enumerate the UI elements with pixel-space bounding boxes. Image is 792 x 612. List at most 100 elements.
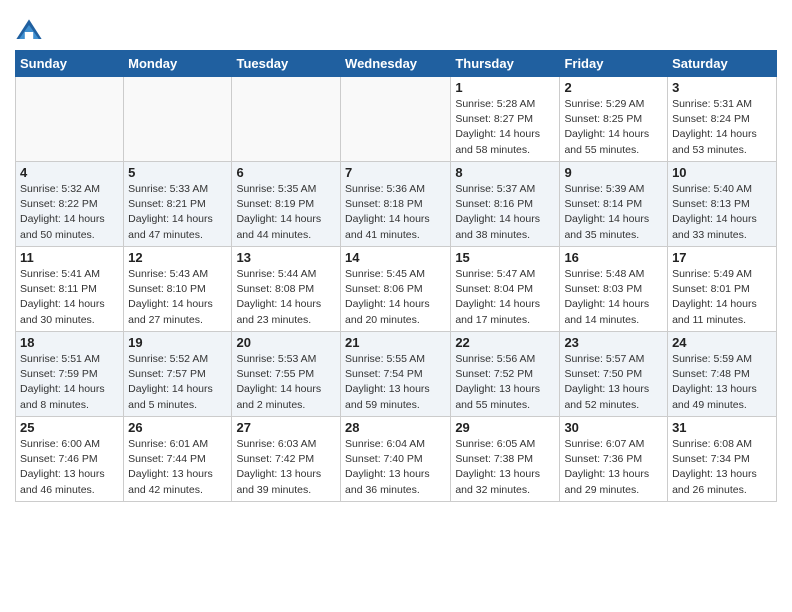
calendar-cell: 29Sunrise: 6:05 AM Sunset: 7:38 PM Dayli… bbox=[451, 417, 560, 502]
day-info: Sunrise: 5:55 AM Sunset: 7:54 PM Dayligh… bbox=[345, 352, 446, 413]
calendar-cell: 20Sunrise: 5:53 AM Sunset: 7:55 PM Dayli… bbox=[232, 332, 341, 417]
calendar-header: SundayMondayTuesdayWednesdayThursdayFrid… bbox=[16, 51, 777, 77]
day-info: Sunrise: 6:01 AM Sunset: 7:44 PM Dayligh… bbox=[128, 437, 227, 498]
day-info: Sunrise: 5:41 AM Sunset: 8:11 PM Dayligh… bbox=[20, 267, 119, 328]
day-info: Sunrise: 6:00 AM Sunset: 7:46 PM Dayligh… bbox=[20, 437, 119, 498]
day-info: Sunrise: 6:08 AM Sunset: 7:34 PM Dayligh… bbox=[672, 437, 772, 498]
day-info: Sunrise: 5:51 AM Sunset: 7:59 PM Dayligh… bbox=[20, 352, 119, 413]
day-number: 17 bbox=[672, 250, 772, 265]
weekday-header-saturday: Saturday bbox=[668, 51, 777, 77]
calendar-cell: 31 Sunrise: 6:08 AM Sunset: 7:34 PM Dayli… bbox=[668, 417, 777, 502]
day-info: Sunrise: 5:57 AM Sunset: 7:50 PM Dayligh… bbox=[564, 352, 663, 413]
calendar-cell: 22 Sunrise: 5:56 AM Sunset: 7:52 PM Dayli… bbox=[451, 332, 560, 417]
day-info: Sunrise: 6:03 AM Sunset: 7:42 PM Dayligh… bbox=[236, 437, 336, 498]
day-number: 5 bbox=[128, 165, 227, 180]
weekday-header-monday: Monday bbox=[124, 51, 232, 77]
calendar-cell: 15 Sunrise: 5:47 AM Sunset: 8:04 PM Dayli… bbox=[451, 247, 560, 332]
day-info: Sunrise: 5:33 AM Sunset: 8:21 PM Dayligh… bbox=[128, 182, 227, 243]
calendar-cell: 7 Sunrise: 5:36 AM Sunset: 8:18 PM Daylig… bbox=[341, 162, 451, 247]
day-number: 24 bbox=[672, 335, 772, 350]
day-number: 9 bbox=[564, 165, 663, 180]
page-header bbox=[15, 10, 777, 46]
day-info: Sunrise: 5:56 AM Sunset: 7:52 PM Dayligh… bbox=[455, 352, 555, 413]
day-info: Sunrise: 5:45 AM Sunset: 8:06 PM Dayligh… bbox=[345, 267, 446, 328]
day-number: 31 bbox=[672, 420, 772, 435]
day-number: 15 bbox=[455, 250, 555, 265]
day-number: 11 bbox=[20, 250, 119, 265]
day-info: Sunrise: 5:36 AM Sunset: 8:18 PM Dayligh… bbox=[345, 182, 446, 243]
calendar-week-row: 4Sunrise: 5:32 AM Sunset: 8:22 PM Daylig… bbox=[16, 162, 777, 247]
calendar-cell: 27 Sunrise: 6:03 AM Sunset: 7:42 PM Dayli… bbox=[232, 417, 341, 502]
day-info: Sunrise: 5:37 AM Sunset: 8:16 PM Dayligh… bbox=[455, 182, 555, 243]
calendar-cell: 26 Sunrise: 6:01 AM Sunset: 7:44 PM Dayli… bbox=[124, 417, 232, 502]
calendar-week-row: 1 Sunrise: 5:28 AM Sunset: 8:27 PM Daylig… bbox=[16, 77, 777, 162]
calendar-cell: 24 Sunrise: 5:59 AM Sunset: 7:48 PM Dayli… bbox=[668, 332, 777, 417]
calendar-cell: 19 Sunrise: 5:52 AM Sunset: 7:57 PM Dayli… bbox=[124, 332, 232, 417]
day-number: 6 bbox=[236, 165, 336, 180]
day-number: 8 bbox=[455, 165, 555, 180]
day-info: Sunrise: 5:39 AM Sunset: 8:14 PM Dayligh… bbox=[564, 182, 663, 243]
day-number: 4 bbox=[20, 165, 119, 180]
day-number: 14 bbox=[345, 250, 446, 265]
calendar-cell: 5 Sunrise: 5:33 AM Sunset: 8:21 PM Daylig… bbox=[124, 162, 232, 247]
day-info: Sunrise: 5:40 AM Sunset: 8:13 PM Dayligh… bbox=[672, 182, 772, 243]
day-info: Sunrise: 5:52 AM Sunset: 7:57 PM Dayligh… bbox=[128, 352, 227, 413]
calendar-table: SundayMondayTuesdayWednesdayThursdayFrid… bbox=[15, 50, 777, 502]
day-info: Sunrise: 6:04 AM Sunset: 7:40 PM Dayligh… bbox=[345, 437, 446, 498]
day-number: 3 bbox=[672, 80, 772, 95]
logo bbox=[15, 18, 47, 46]
day-number: 27 bbox=[236, 420, 336, 435]
day-number: 7 bbox=[345, 165, 446, 180]
day-number: 20 bbox=[236, 335, 336, 350]
day-number: 1 bbox=[455, 80, 555, 95]
calendar-cell: 1 Sunrise: 5:28 AM Sunset: 8:27 PM Daylig… bbox=[451, 77, 560, 162]
weekday-header-row: SundayMondayTuesdayWednesdayThursdayFrid… bbox=[16, 51, 777, 77]
calendar-cell: 8 Sunrise: 5:37 AM Sunset: 8:16 PM Daylig… bbox=[451, 162, 560, 247]
calendar-cell: 25 Sunrise: 6:00 AM Sunset: 7:46 PM Dayli… bbox=[16, 417, 124, 502]
calendar-cell: 10 Sunrise: 5:40 AM Sunset: 8:13 PM Dayli… bbox=[668, 162, 777, 247]
day-number: 16 bbox=[564, 250, 663, 265]
calendar-cell: 14 Sunrise: 5:45 AM Sunset: 8:06 PM Dayli… bbox=[341, 247, 451, 332]
calendar-cell: 9 Sunrise: 5:39 AM Sunset: 8:14 PM Daylig… bbox=[560, 162, 668, 247]
calendar-cell: 2Sunrise: 5:29 AM Sunset: 8:25 PM Daylig… bbox=[560, 77, 668, 162]
day-info: Sunrise: 5:35 AM Sunset: 8:19 PM Dayligh… bbox=[236, 182, 336, 243]
calendar-cell: 23 Sunrise: 5:57 AM Sunset: 7:50 PM Dayli… bbox=[560, 332, 668, 417]
day-info: Sunrise: 6:07 AM Sunset: 7:36 PM Dayligh… bbox=[564, 437, 663, 498]
day-number: 22 bbox=[455, 335, 555, 350]
day-info: Sunrise: 5:29 AM Sunset: 8:25 PM Dayligh… bbox=[564, 97, 663, 158]
day-number: 25 bbox=[20, 420, 119, 435]
calendar-cell: 18Sunrise: 5:51 AM Sunset: 7:59 PM Dayli… bbox=[16, 332, 124, 417]
weekday-header-friday: Friday bbox=[560, 51, 668, 77]
calendar-cell: 16 Sunrise: 5:48 AM Sunset: 8:03 PM Dayli… bbox=[560, 247, 668, 332]
calendar-week-row: 11 Sunrise: 5:41 AM Sunset: 8:11 PM Dayli… bbox=[16, 247, 777, 332]
calendar-cell bbox=[341, 77, 451, 162]
calendar-cell: 4Sunrise: 5:32 AM Sunset: 8:22 PM Daylig… bbox=[16, 162, 124, 247]
day-info: Sunrise: 5:44 AM Sunset: 8:08 PM Dayligh… bbox=[236, 267, 336, 328]
day-info: Sunrise: 5:31 AM Sunset: 8:24 PM Dayligh… bbox=[672, 97, 772, 158]
calendar-cell: 3 Sunrise: 5:31 AM Sunset: 8:24 PM Daylig… bbox=[668, 77, 777, 162]
weekday-header-thursday: Thursday bbox=[451, 51, 560, 77]
day-info: Sunrise: 5:59 AM Sunset: 7:48 PM Dayligh… bbox=[672, 352, 772, 413]
weekday-header-wednesday: Wednesday bbox=[341, 51, 451, 77]
calendar-cell bbox=[16, 77, 124, 162]
calendar-cell: 6 Sunrise: 5:35 AM Sunset: 8:19 PM Daylig… bbox=[232, 162, 341, 247]
day-number: 12 bbox=[128, 250, 227, 265]
calendar-week-row: 18Sunrise: 5:51 AM Sunset: 7:59 PM Dayli… bbox=[16, 332, 777, 417]
calendar-cell: 30 Sunrise: 6:07 AM Sunset: 7:36 PM Dayli… bbox=[560, 417, 668, 502]
day-number: 26 bbox=[128, 420, 227, 435]
day-number: 23 bbox=[564, 335, 663, 350]
day-info: Sunrise: 5:43 AM Sunset: 8:10 PM Dayligh… bbox=[128, 267, 227, 328]
day-info: Sunrise: 5:47 AM Sunset: 8:04 PM Dayligh… bbox=[455, 267, 555, 328]
day-info: Sunrise: 5:28 AM Sunset: 8:27 PM Dayligh… bbox=[455, 97, 555, 158]
day-info: Sunrise: 5:48 AM Sunset: 8:03 PM Dayligh… bbox=[564, 267, 663, 328]
day-number: 13 bbox=[236, 250, 336, 265]
weekday-header-sunday: Sunday bbox=[16, 51, 124, 77]
day-number: 10 bbox=[672, 165, 772, 180]
calendar-cell: 11 Sunrise: 5:41 AM Sunset: 8:11 PM Dayli… bbox=[16, 247, 124, 332]
day-number: 19 bbox=[128, 335, 227, 350]
calendar-cell bbox=[232, 77, 341, 162]
calendar-cell: 28Sunrise: 6:04 AM Sunset: 7:40 PM Dayli… bbox=[341, 417, 451, 502]
weekday-header-tuesday: Tuesday bbox=[232, 51, 341, 77]
day-number: 21 bbox=[345, 335, 446, 350]
day-number: 30 bbox=[564, 420, 663, 435]
